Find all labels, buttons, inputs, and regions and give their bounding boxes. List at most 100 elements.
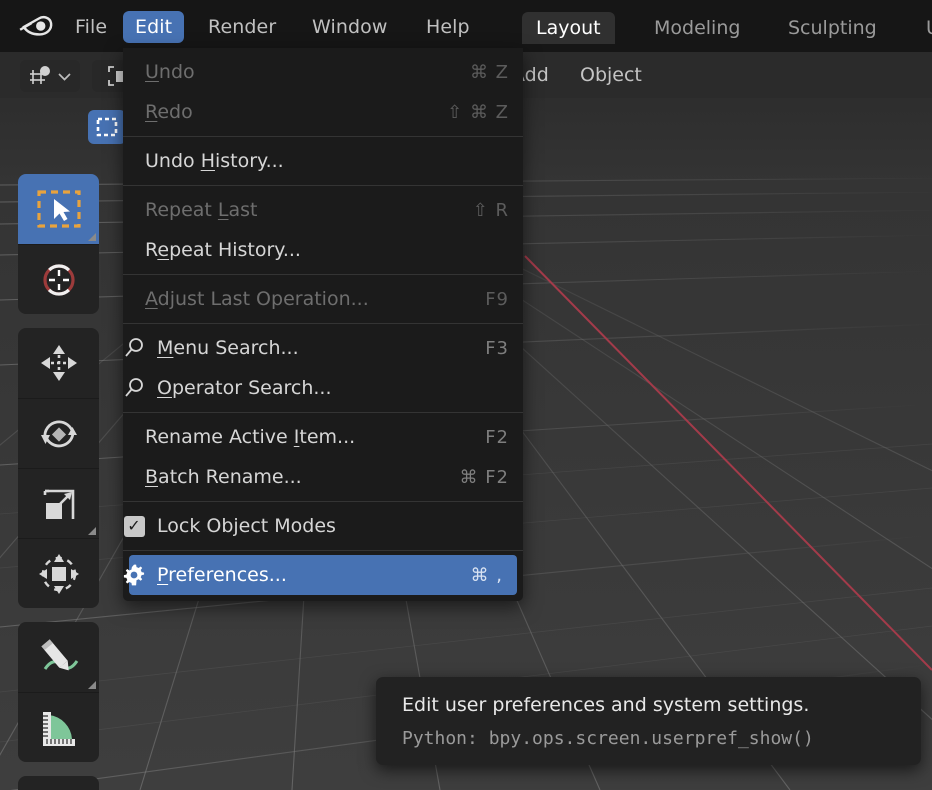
menu-item-repeat-history[interactable]: Repeat History... [123, 230, 523, 270]
select-box-icon [96, 117, 118, 137]
editor-type-button[interactable] [20, 60, 80, 92]
menu-item-batch-rename-label: Batch Rename... [145, 466, 302, 488]
topbar: File Edit Render Window Help Layout Mode… [0, 0, 932, 52]
tool-group-select [18, 174, 99, 314]
tool-rotate[interactable] [18, 398, 99, 468]
search-icon [121, 377, 147, 399]
menu-item-operator-search-label: Operator Search... [157, 377, 332, 399]
workspace-tab-modeling[interactable]: Modeling [640, 12, 754, 44]
menu-separator [123, 323, 523, 324]
tool-annotate[interactable] [18, 622, 99, 692]
menu-file[interactable]: File [63, 11, 119, 43]
menu-help[interactable]: Help [414, 11, 482, 43]
scale-icon [43, 489, 74, 519]
tooltip-python-path: Python: bpy.ops.screen.userpref_show() [402, 727, 814, 749]
move-icon [40, 345, 77, 381]
tool-add-primitive[interactable] [18, 776, 99, 790]
tweak-select-box-icon [36, 190, 81, 228]
menu-render[interactable]: Render [196, 11, 288, 43]
menu-item-repeat-last[interactable]: Repeat Last ⇧ R [123, 190, 523, 230]
tool-group-transform [18, 328, 99, 608]
measure-ruler-icon [42, 711, 75, 746]
menu-edit-label: Edit [135, 16, 173, 38]
select-mode-button[interactable] [88, 110, 126, 144]
menu-file-label: File [75, 16, 108, 38]
menu-item-preferences-shortcut: ⌘ , [470, 564, 503, 586]
menu-item-undo[interactable]: Undo ⌘ Z [123, 52, 523, 92]
gear-icon [121, 563, 147, 587]
tool-move[interactable] [18, 328, 99, 398]
cursor-3d-icon [42, 263, 75, 296]
menu-item-lock-object-modes[interactable]: ✓ Lock Object Modes [123, 506, 523, 546]
menu-item-adjust-last-operation-label: Adjust Last Operation... [145, 288, 369, 310]
menu-render-label: Render [208, 16, 277, 38]
menu-item-adjust-last-operation-shortcut: F9 [485, 288, 509, 310]
menu-separator [123, 412, 523, 413]
tool-group-add [18, 776, 99, 790]
workspace-tab-sculpting[interactable]: Sculpting [774, 12, 891, 44]
menu-item-rename-active-item-shortcut: F2 [485, 426, 509, 448]
menu-edit[interactable]: Edit [123, 11, 185, 43]
workspace-tab-uv-editing[interactable]: U [912, 12, 932, 44]
workspace-tab-sculpting-label: Sculpting [788, 17, 877, 39]
tooltip: Edit user preferences and system setting… [376, 677, 921, 765]
menu-separator [123, 501, 523, 502]
menu-item-repeat-history-label: Repeat History... [145, 239, 301, 261]
transform-icon [38, 553, 79, 594]
menu-separator [123, 136, 523, 137]
menu-separator [123, 274, 523, 275]
menu-item-undo-history[interactable]: Undo History... [123, 141, 523, 181]
blender-logo-icon[interactable] [18, 11, 56, 41]
workspace-tab-layout[interactable]: Layout [522, 12, 615, 44]
menu-item-lock-object-modes-label: Lock Object Modes [157, 515, 336, 537]
menu-item-undo-shortcut: ⌘ Z [469, 61, 509, 83]
menu-window-label: Window [312, 16, 388, 38]
menu-item-adjust-last-operation[interactable]: Adjust Last Operation... F9 [123, 279, 523, 319]
checkbox-checked-icon[interactable]: ✓ [121, 515, 147, 537]
menu-item-batch-rename-shortcut: ⌘ F2 [459, 466, 509, 488]
chevron-down-icon [57, 72, 71, 81]
viewport-toolbar [18, 174, 99, 790]
menu-item-menu-search-shortcut: F3 [485, 337, 509, 359]
menu-help-label: Help [426, 16, 470, 38]
annotate-pencil-icon [40, 639, 78, 671]
tool-submenu-indicator[interactable] [88, 233, 96, 241]
menu-item-rename-active-item[interactable]: Rename Active Item... F2 [123, 417, 523, 457]
search-icon [121, 337, 147, 359]
menu-item-redo[interactable]: Redo ⇧ ⌘ Z [123, 92, 523, 132]
workspace-tab-layout-label: Layout [536, 17, 601, 39]
tool-tweak-select-box[interactable] [18, 174, 99, 244]
menu-item-batch-rename[interactable]: Batch Rename... ⌘ F2 [123, 457, 523, 497]
workspace-tab-modeling-label: Modeling [654, 17, 741, 39]
tool-scale[interactable] [18, 468, 99, 538]
tool-submenu-indicator[interactable] [88, 527, 96, 535]
menu-window[interactable]: Window [300, 11, 400, 43]
menu-item-repeat-last-shortcut: ⇧ R [472, 199, 509, 221]
tool-measure[interactable] [18, 692, 99, 762]
menu-item-operator-search[interactable]: Operator Search... [123, 368, 523, 408]
workspace-tab-uv-editing-label: U [926, 17, 932, 39]
tool-cursor[interactable] [18, 244, 99, 314]
menu-item-redo-shortcut: ⇧ ⌘ Z [447, 101, 509, 123]
menu-item-undo-history-label: Undo History... [145, 150, 284, 172]
viewport-menu-object[interactable]: Object [580, 52, 642, 98]
menu-item-redo-label: Redo [145, 101, 193, 123]
rotate-icon [40, 419, 77, 447]
tool-submenu-indicator[interactable] [88, 681, 96, 689]
tool-transform[interactable] [18, 538, 99, 608]
menu-item-menu-search[interactable]: Menu Search... F3 [123, 328, 523, 368]
menu-separator [123, 185, 523, 186]
edit-menu-dropdown: Undo ⌘ Z Redo ⇧ ⌘ Z Undo History... Repe… [123, 48, 523, 601]
tooltip-description: Edit user preferences and system setting… [402, 694, 810, 716]
editor-type-3d-viewport-icon [29, 66, 50, 84]
menu-item-undo-label: Undo [145, 61, 195, 83]
menu-separator [123, 550, 523, 551]
menu-item-menu-search-label: Menu Search... [157, 337, 299, 359]
tool-group-annotate [18, 622, 99, 762]
menu-item-repeat-last-label: Repeat Last [145, 199, 258, 221]
menu-item-preferences[interactable]: Preferences... ⌘ , [123, 555, 517, 595]
menu-item-rename-active-item-label: Rename Active Item... [145, 426, 356, 448]
blender-window: Add Object File Edit Render Window Help … [0, 0, 932, 790]
viewport-menu-object-label: Object [580, 64, 642, 86]
menu-item-preferences-label: Preferences... [157, 564, 287, 586]
